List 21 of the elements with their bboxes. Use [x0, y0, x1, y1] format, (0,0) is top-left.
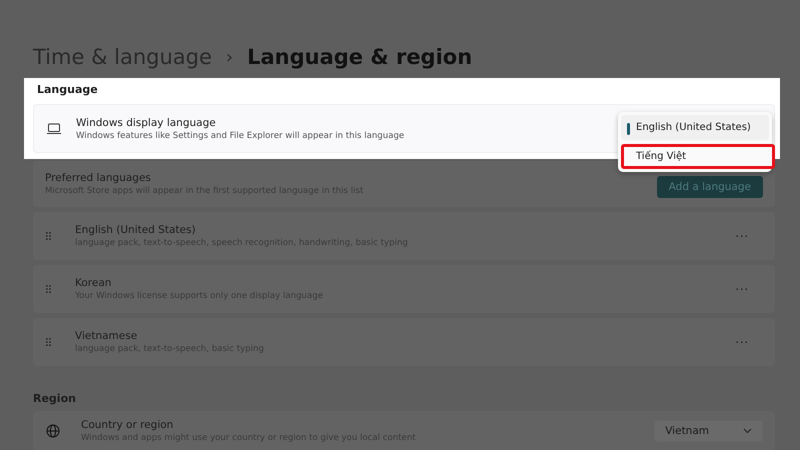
country-dropdown[interactable]: Vietnam [654, 420, 763, 442]
section-heading: Language [36, 82, 99, 98]
globe-icon [45, 423, 61, 439]
setting-title: Windows display language [76, 116, 216, 128]
laptop-icon [46, 120, 62, 136]
setting-title: Country or region [81, 419, 174, 431]
more-options-button[interactable]: ··· [730, 282, 755, 296]
dropdown-option[interactable]: English (United States) [621, 115, 769, 140]
breadcrumb-separator: › [226, 46, 234, 68]
more-options-button[interactable]: ··· [730, 334, 755, 350]
chevron-down-icon [743, 428, 752, 434]
language-name: Korean [75, 277, 112, 289]
page-title: Language & region [247, 45, 472, 69]
dropdown-option[interactable]: Tiếng Việt [621, 144, 775, 169]
setting-description: Windows features like Settings and File Explorer will appear in this language [76, 130, 404, 140]
add-language-button[interactable]: Add a language [656, 176, 763, 198]
language-name: English (United States) [75, 224, 196, 236]
language-name: Vietnamese [75, 330, 138, 342]
section-heading: Region [33, 392, 77, 407]
setting-title: Preferred languages [45, 172, 151, 184]
more-options-button[interactable]: ··· [730, 228, 755, 244]
